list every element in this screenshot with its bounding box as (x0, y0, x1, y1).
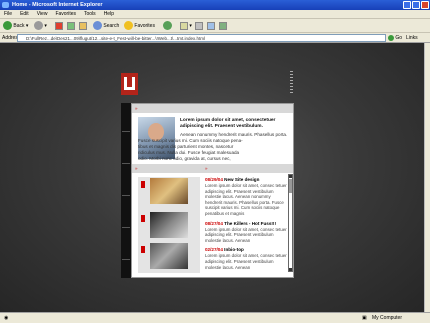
menu-bar: File Edit View Favorites Tools Help (0, 10, 430, 19)
stop-button[interactable] (55, 21, 63, 31)
scroll-down-icon[interactable] (289, 268, 292, 271)
content-card: » Lorem ipsum dolor sit amet, consectetu… (131, 103, 294, 278)
window-titlebar: Home - Microsoft Internet Explorer (0, 0, 430, 10)
news-date: 08/27/04 (205, 220, 223, 226)
news-list: 08/29/04 New Site design Lorem ipsum dol… (205, 177, 287, 273)
page-icon: ◉ (4, 315, 9, 321)
gallery-thumb[interactable] (150, 212, 188, 238)
home-icon (79, 21, 87, 30)
news-item: 02/27/04 Inbio-top Lorem ipsum dolor sit… (205, 247, 287, 270)
back-arrow-icon (3, 21, 12, 31)
favorites-label: Favorites (134, 23, 155, 29)
links-button[interactable]: Links (406, 33, 418, 43)
browser-scrollbar[interactable] (424, 43, 430, 312)
edit-button[interactable] (207, 21, 215, 31)
refresh-button[interactable] (67, 21, 75, 31)
menu-file[interactable]: File (0, 10, 16, 19)
scroll-thumb[interactable] (289, 179, 292, 193)
history-button[interactable] (163, 21, 172, 31)
back-label: Back (13, 23, 25, 29)
decorative-dots (290, 71, 293, 93)
refresh-icon (67, 21, 75, 30)
search-button[interactable]: Search (93, 21, 119, 31)
window-title: Home - Microsoft Internet Explorer (12, 2, 103, 8)
discuss-button[interactable] (219, 21, 227, 31)
main-article-text: Aenean nonummy hendrerit mauris. Phasell… (138, 132, 290, 162)
stop-icon (55, 21, 63, 30)
history-icon (163, 21, 172, 31)
thumb-marker (141, 246, 145, 253)
news-text: Lorem ipsum dolor sit amet, consec tetue… (205, 226, 287, 243)
zone-icon: ▣ (362, 315, 367, 321)
address-bar: Address D:\FullRez...de\Des21...09\flugu… (0, 33, 430, 43)
news-scrollbar[interactable] (288, 174, 293, 272)
mail-button[interactable]: ▾ (180, 21, 192, 31)
menu-favorites[interactable]: Favorites (51, 10, 80, 19)
thumb-marker (141, 181, 145, 188)
news-text: Lorem ipsum dolor sit amet, consec tetue… (205, 253, 287, 270)
gallery-header-bar: » (132, 164, 202, 173)
go-button[interactable]: Go (388, 34, 402, 42)
standard-toolbar: Back ▾ ▾ Search Favorites ▾ (0, 19, 430, 33)
main-text-line: odio. Morbi nunc odio, gravida at, cursu… (138, 156, 231, 161)
news-item: 08/29/04 New Site design Lorem ipsum dol… (205, 177, 287, 217)
address-input[interactable]: D:\FullRez...de\Des21...09\flugut/12...s… (17, 34, 386, 42)
news-date: 08/29/04 (205, 177, 223, 182)
mail-icon (180, 21, 188, 30)
forward-arrow-icon (34, 21, 43, 31)
thumb-marker (141, 215, 145, 222)
star-icon (124, 21, 133, 31)
menu-tools[interactable]: Tools (80, 10, 100, 19)
scroll-up-icon[interactable] (289, 175, 292, 178)
nav-strip[interactable] (121, 103, 131, 278)
print-button[interactable] (195, 21, 203, 31)
photo-gallery (138, 177, 200, 273)
search-label: Search (103, 23, 120, 29)
card-header-bar: » (132, 104, 293, 113)
logo-letter-u (124, 77, 135, 90)
ie-icon (2, 2, 9, 8)
news-text: Lorem ipsum dolor sit amet, consec tetue… (205, 183, 287, 216)
status-bar: ◉ ▣ My Computer (0, 312, 430, 323)
go-label: Go (395, 35, 403, 41)
go-arrow-icon (388, 34, 394, 41)
close-button[interactable] (421, 1, 429, 9)
main-article-title: Lorem ipsum dolor sit amet, consectetuer… (180, 118, 276, 129)
edit-icon (207, 21, 215, 30)
menu-view[interactable]: View (33, 10, 52, 19)
news-item: 08/27/04 The Killers - Hot Fuss!!! Lorem… (205, 221, 287, 244)
news-title-link[interactable]: The Killers - Hot Fuss!!! (224, 221, 276, 226)
page-content: » Lorem ipsum dolor sit amet, consectetu… (0, 43, 424, 312)
news-title-link[interactable]: Inbio-top (224, 247, 244, 252)
forward-button[interactable]: ▾ (34, 21, 47, 31)
news-date: 02/27/04 (205, 247, 223, 253)
gallery-thumb[interactable] (150, 178, 188, 204)
gallery-thumb[interactable] (150, 243, 188, 269)
favorites-button[interactable]: Favorites (124, 21, 155, 31)
menu-help[interactable]: Help (100, 10, 118, 19)
back-button[interactable]: Back ▾ (3, 21, 28, 31)
print-icon (195, 21, 203, 30)
menu-edit[interactable]: Edit (16, 10, 33, 19)
site-logo[interactable] (121, 73, 138, 95)
minimize-button[interactable] (403, 1, 411, 9)
search-icon (93, 21, 102, 31)
discuss-icon (219, 21, 227, 30)
maximize-button[interactable] (412, 1, 420, 9)
news-header-bar: » (202, 164, 293, 173)
security-zone: My Computer (372, 315, 403, 321)
news-title-link[interactable]: New Site design (224, 177, 259, 182)
home-button[interactable] (79, 21, 87, 31)
